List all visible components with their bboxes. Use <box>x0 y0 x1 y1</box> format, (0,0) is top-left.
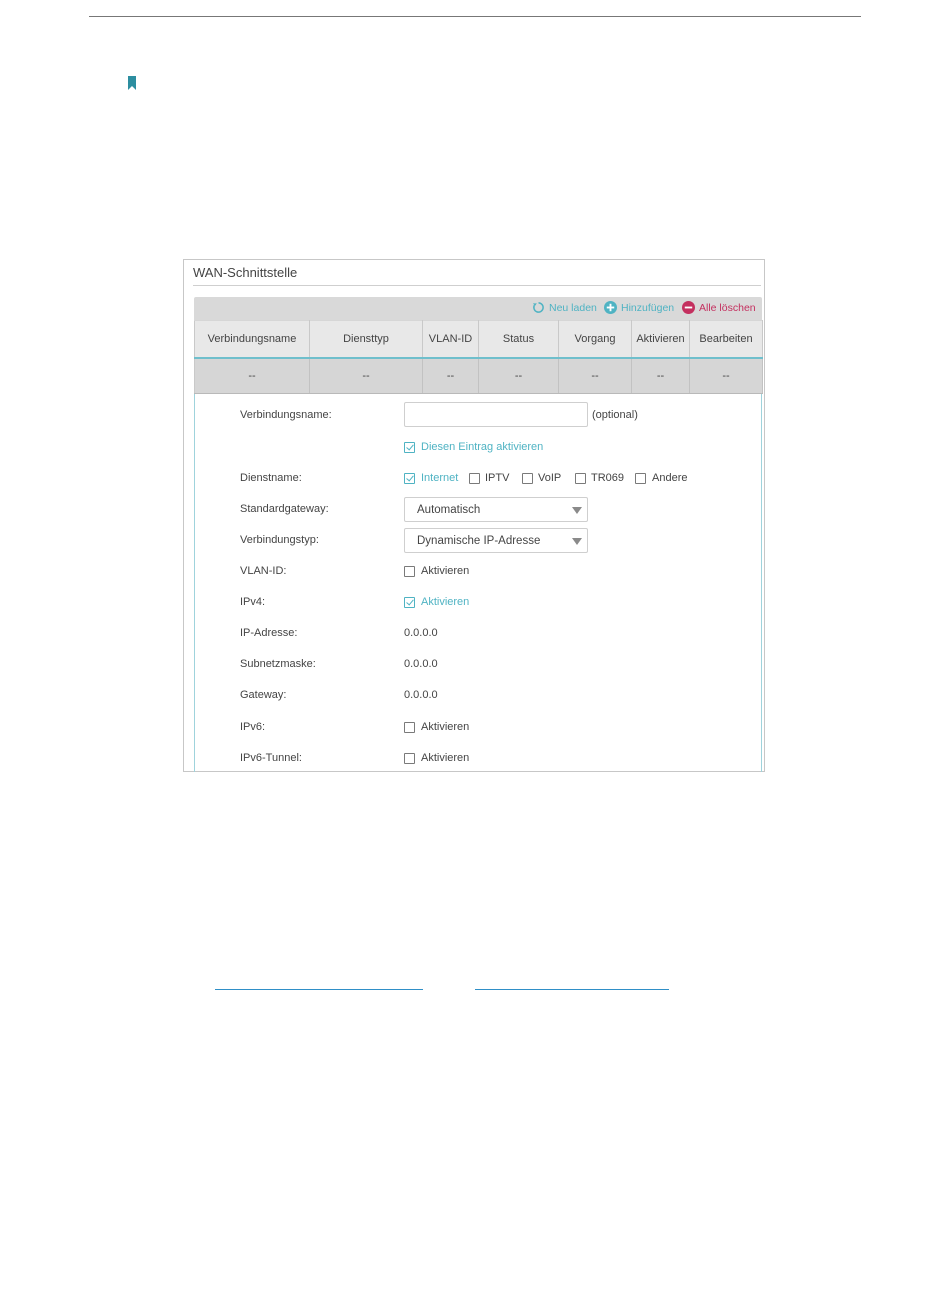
delete-all-button[interactable]: Alle löschen <box>682 301 756 314</box>
vlan-id-label: VLAN-ID: <box>240 565 287 577</box>
ipv6-label: IPv6: <box>240 721 266 733</box>
wan-connections-table: Verbindungsname Diensttyp VLAN-ID Status… <box>194 320 763 394</box>
bookmark-icon <box>128 76 136 90</box>
connection-name-input[interactable] <box>404 402 588 427</box>
ipv6-tunnel-checkbox[interactable] <box>404 753 415 764</box>
column-header: Diensttyp <box>309 320 423 359</box>
service-other-label: Andere <box>652 472 688 484</box>
ip-address-value: 0.0.0.0 <box>404 627 438 639</box>
ipv6-checkbox-label: Aktivieren <box>421 721 470 733</box>
table-cell: -- <box>309 358 423 394</box>
column-header: VLAN-ID <box>422 320 479 359</box>
connection-type-value: Dynamische IP-Adresse <box>417 535 541 547</box>
service-name-label: Dienstname: <box>240 472 302 484</box>
gateway-value: 0.0.0.0 <box>404 689 438 701</box>
vlan-id-checkbox-label: Aktivieren <box>421 565 470 577</box>
table-cell: -- <box>558 358 632 394</box>
ipv4-label: IPv4: <box>240 596 266 608</box>
table-header-row: Verbindungsname Diensttyp VLAN-ID Status… <box>194 320 763 359</box>
default-gateway-select[interactable]: Automatisch <box>404 497 588 522</box>
column-header: Status <box>478 320 559 359</box>
ipv4-checkbox[interactable] <box>404 597 415 608</box>
ipv6-tunnel-label: IPv6-Tunnel: <box>240 752 302 764</box>
wan-interface-panel: WAN-Schnittstelle Neu laden Hinzufügen A… <box>183 259 765 772</box>
panel-divider <box>193 285 761 286</box>
table-cell: -- <box>631 358 690 394</box>
plus-circle-icon <box>604 301 617 314</box>
ipv4-checkbox-label: Aktivieren <box>421 596 470 608</box>
column-header: Verbindungsname <box>194 320 310 359</box>
table-cell: -- <box>689 358 763 394</box>
column-header: Bearbeiten <box>689 320 763 359</box>
service-voip-label: VoIP <box>538 472 562 484</box>
service-internet-checkbox[interactable] <box>404 473 415 484</box>
table-toolbar: Neu laden Hinzufügen Alle löschen <box>194 297 762 320</box>
gateway-label: Gateway: <box>240 689 287 701</box>
add-button[interactable]: Hinzufügen <box>604 301 674 314</box>
subnet-mask-label: Subnetzmaske: <box>240 658 316 670</box>
wan-edit-form: Verbindungsname: (optional) Diesen Eintr… <box>194 394 762 772</box>
link-underline[interactable] <box>215 989 423 990</box>
column-header: Aktivieren <box>631 320 690 359</box>
reload-icon <box>532 302 544 313</box>
ipv6-tunnel-checkbox-label: Aktivieren <box>421 752 470 764</box>
service-internet-label: Internet <box>421 472 459 484</box>
link-underline[interactable] <box>475 989 669 990</box>
connection-name-label: Verbindungsname: <box>240 409 332 421</box>
vlan-id-checkbox[interactable] <box>404 566 415 577</box>
table-cell: -- <box>422 358 479 394</box>
subnet-mask-value: 0.0.0.0 <box>404 658 438 670</box>
ipv6-checkbox[interactable] <box>404 722 415 733</box>
service-other-checkbox[interactable] <box>635 473 646 484</box>
minus-circle-icon <box>682 301 695 314</box>
service-iptv-checkbox[interactable] <box>469 473 480 484</box>
add-label: Hinzufügen <box>621 301 675 314</box>
enable-entry-checkbox[interactable] <box>404 442 415 453</box>
table-cell: -- <box>478 358 559 394</box>
reload-label: Neu laden <box>549 301 597 314</box>
default-gateway-value: Automatisch <box>417 504 481 516</box>
service-tr069-checkbox[interactable] <box>575 473 586 484</box>
enable-entry-label: Diesen Eintrag aktivieren <box>421 441 544 453</box>
delete-all-label: Alle löschen <box>699 301 756 314</box>
default-gateway-label: Standardgateway: <box>240 503 329 515</box>
service-voip-checkbox[interactable] <box>522 473 533 484</box>
reload-button[interactable]: Neu laden <box>532 301 597 314</box>
chevron-down-icon <box>572 538 582 545</box>
connection-type-select[interactable]: Dynamische IP-Adresse <box>404 528 588 553</box>
column-header: Vorgang <box>558 320 632 359</box>
page-top-rule <box>89 16 861 17</box>
ip-address-label: IP-Adresse: <box>240 627 298 639</box>
table-row[interactable]: -- -- -- -- -- -- -- <box>194 358 763 394</box>
service-tr069-label: TR069 <box>591 472 625 484</box>
chevron-down-icon <box>572 507 582 514</box>
connection-name-hint: (optional) <box>592 409 638 421</box>
service-iptv-label: IPTV <box>485 472 510 484</box>
table-cell: -- <box>194 358 310 394</box>
panel-title: WAN-Schnittstelle <box>193 265 298 280</box>
connection-type-label: Verbindungstyp: <box>240 534 319 546</box>
